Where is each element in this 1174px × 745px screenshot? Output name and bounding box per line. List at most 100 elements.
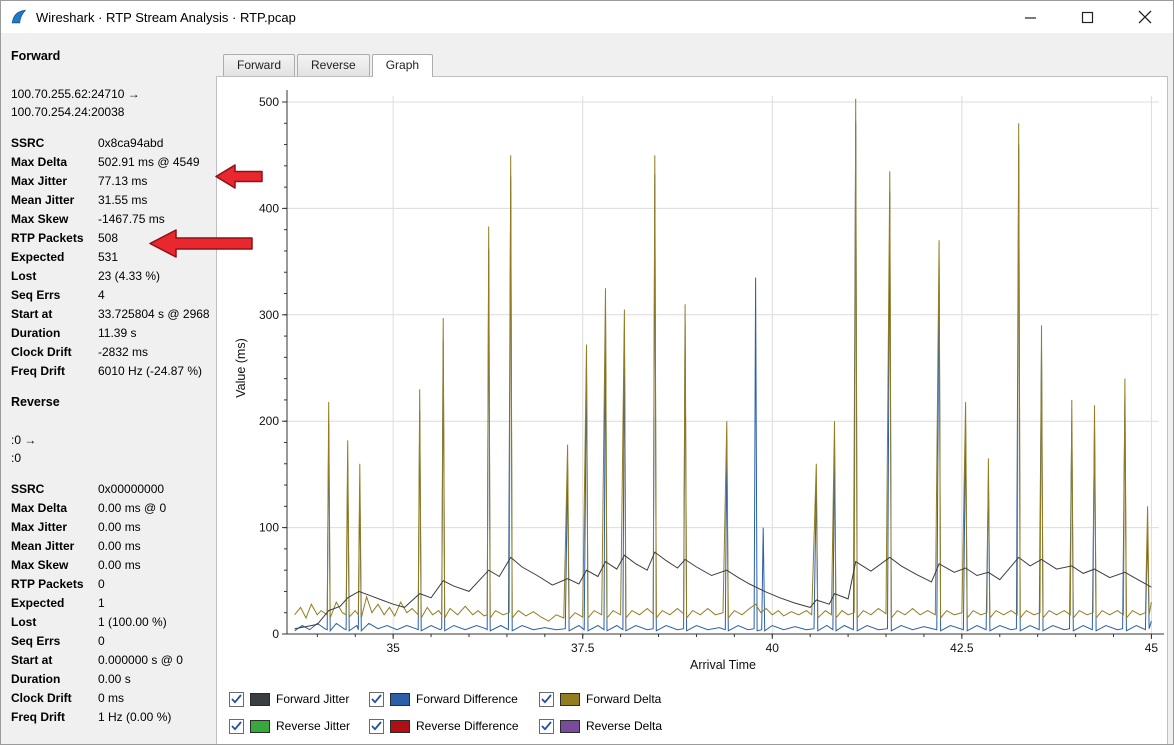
reverse-stat-row: SSRC0x00000000 xyxy=(11,480,214,499)
maximize-icon[interactable] xyxy=(1059,1,1116,33)
checkbox-forward-delta[interactable] xyxy=(539,692,554,707)
stat-label: Expected xyxy=(11,594,98,613)
forward-stat-row: Freq Drift6010 Hz (-24.87 %) xyxy=(11,362,214,381)
stat-label: Lost xyxy=(11,267,98,286)
legend-item-reverse-difference: Reverse Difference xyxy=(369,719,539,734)
stat-value: 508 xyxy=(98,229,118,248)
legend-item-forward-delta: Forward Delta xyxy=(539,692,689,707)
red-arrow-annotation-max-jitter xyxy=(215,163,263,190)
stat-label: Freq Drift xyxy=(11,708,98,727)
stat-value: 11.39 s xyxy=(98,324,136,343)
legend-color-swatch xyxy=(560,720,580,733)
stat-label: Max Skew xyxy=(11,210,98,229)
reverse-stat-row: Duration0.00 s xyxy=(11,670,214,689)
stat-value: 531 xyxy=(98,248,118,267)
checkbox-forward-difference[interactable] xyxy=(369,692,384,707)
reverse-stat-row: Max Skew0.00 ms xyxy=(11,556,214,575)
wireshark-rtp-analysis-window: Wireshark · RTP Stream Analysis · RTP.pc… xyxy=(0,0,1174,745)
stat-label: RTP Packets xyxy=(11,575,98,594)
checkbox-reverse-difference[interactable] xyxy=(369,719,384,734)
reverse-stat-row: Max Delta0.00 ms @ 0 xyxy=(11,499,214,518)
rtp-stream-graph[interactable]: 3537.54042.5450100200300400500Value (ms)… xyxy=(217,77,1169,682)
stat-label: Duration xyxy=(11,670,98,689)
reverse-flow-destination: :0 xyxy=(11,449,214,467)
tab-bar: Forward Reverse Graph xyxy=(223,54,1168,76)
graph-tab-content: 3537.54042.5450100200300400500Value (ms)… xyxy=(216,76,1168,745)
stat-label: Clock Drift xyxy=(11,689,98,708)
reverse-heading: Reverse xyxy=(11,395,214,410)
stat-value: 23 (4.33 %) xyxy=(98,267,160,286)
stat-value: 4 xyxy=(98,286,105,305)
legend-label: Reverse Difference xyxy=(416,719,519,733)
x-tick-label: 37.5 xyxy=(571,641,595,655)
stat-label: Start at xyxy=(11,305,98,324)
legend-item-forward-jitter: Forward Jitter xyxy=(229,692,369,707)
legend-item-reverse-jitter: Reverse Jitter xyxy=(229,719,369,734)
y-tick-label: 100 xyxy=(259,521,279,535)
forward-flow: 100.70.255.62:24710 → 100.70.254.24:2003… xyxy=(11,85,214,121)
wireshark-icon xyxy=(9,7,29,27)
stat-value: 0.000000 s @ 0 xyxy=(98,651,183,670)
forward-stat-row: Max Skew-1467.75 ms xyxy=(11,210,214,229)
stat-label: SSRC xyxy=(11,480,98,499)
tab-graph[interactable]: Graph xyxy=(372,54,433,77)
y-axis-label: Value (ms) xyxy=(234,338,248,398)
legend-color-swatch xyxy=(390,693,410,706)
minimize-icon[interactable] xyxy=(1002,1,1059,33)
stat-value: 6010 Hz (-24.87 %) xyxy=(98,362,202,381)
y-tick-label: 300 xyxy=(259,308,279,322)
stat-value: 1 Hz (0.00 %) xyxy=(98,708,171,727)
stat-value: -1467.75 ms xyxy=(98,210,165,229)
checkbox-reverse-jitter[interactable] xyxy=(229,719,244,734)
legend-label: Forward Difference xyxy=(416,692,518,706)
reverse-flow-source: :0 → xyxy=(11,431,214,449)
stat-value: 502.91 ms @ 4549 xyxy=(98,153,200,172)
window-controls xyxy=(1002,1,1173,33)
checkbox-reverse-delta[interactable] xyxy=(539,719,554,734)
red-arrow-annotation-rtp-packets xyxy=(149,228,253,259)
stat-label: SSRC xyxy=(11,134,98,153)
stat-value: 0 ms xyxy=(98,689,124,708)
forward-stat-row: Lost23 (4.33 %) xyxy=(11,267,214,286)
checkbox-forward-jitter[interactable] xyxy=(229,692,244,707)
title-bar[interactable]: Wireshark · RTP Stream Analysis · RTP.pc… xyxy=(1,1,1173,33)
main-area: Forward Reverse Graph 3537.54042.5450100… xyxy=(214,33,1173,745)
close-icon[interactable] xyxy=(1116,1,1173,33)
x-tick-label: 40 xyxy=(766,641,780,655)
reverse-stat-row: Clock Drift0 ms xyxy=(11,689,214,708)
stat-label: Max Jitter xyxy=(11,518,98,537)
stat-value: 1 xyxy=(98,594,105,613)
stat-label: Mean Jitter xyxy=(11,537,98,556)
reverse-stat-row: Mean Jitter0.00 ms xyxy=(11,537,214,556)
legend-label: Reverse Delta xyxy=(586,719,662,733)
stat-value: 0x00000000 xyxy=(98,480,164,499)
reverse-stat-row: Seq Errs0 xyxy=(11,632,214,651)
legend-label: Reverse Jitter xyxy=(276,719,350,733)
legend-row-reverse: Reverse Jitter Reverse Difference Reverse … xyxy=(229,716,689,736)
tab-reverse[interactable]: Reverse xyxy=(297,54,370,76)
forward-stat-row: Max Jitter77.13 ms xyxy=(11,172,214,191)
forward-flow-destination: 100.70.254.24:20038 xyxy=(11,103,214,121)
stat-value: 0 xyxy=(98,632,105,651)
reverse-stat-row: Lost1 (100.00 %) xyxy=(11,613,214,632)
stat-value: 0.00 ms xyxy=(98,556,141,575)
forward-stat-row: Clock Drift-2832 ms xyxy=(11,343,214,362)
stat-label: Freq Drift xyxy=(11,362,98,381)
x-tick-label: 45 xyxy=(1145,641,1159,655)
legend-item-forward-difference: Forward Difference xyxy=(369,692,539,707)
stat-value: -2832 ms xyxy=(98,343,148,362)
forward-stat-row: Max Delta502.91 ms @ 4549 xyxy=(11,153,214,172)
stat-label: Expected xyxy=(11,248,98,267)
stat-label: Start at xyxy=(11,651,98,670)
forward-stat-row: SSRC0x8ca94abd xyxy=(11,134,214,153)
forward-stat-row: Mean Jitter31.55 ms xyxy=(11,191,214,210)
stat-label: RTP Packets xyxy=(11,229,98,248)
reverse-stat-row: Freq Drift1 Hz (0.00 %) xyxy=(11,708,214,727)
series-forward-difference xyxy=(295,121,1152,631)
forward-flow-source: 100.70.255.62:24710 → xyxy=(11,85,214,103)
reverse-stats-list: SSRC0x00000000Max Delta0.00 ms @ 0Max Ji… xyxy=(11,480,214,727)
stat-label: Duration xyxy=(11,324,98,343)
legend-label: Forward Delta xyxy=(586,692,661,706)
y-tick-label: 500 xyxy=(259,95,279,109)
tab-forward[interactable]: Forward xyxy=(223,54,295,76)
